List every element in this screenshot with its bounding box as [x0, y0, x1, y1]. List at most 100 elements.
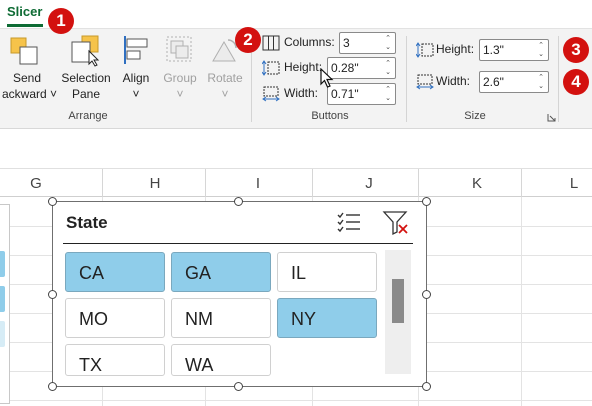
spinner-arrows-icon[interactable]: ⌃ ⌄ — [383, 34, 393, 52]
resize-handle-bottom[interactable] — [234, 382, 243, 391]
column-header-i[interactable]: I — [248, 175, 268, 192]
resize-handle-top-left[interactable] — [48, 197, 57, 206]
state-slicer[interactable]: State CA GA IL MO NM NY TX WA — [52, 201, 427, 387]
align-label: Align — [122, 71, 150, 85]
button-width-label: Width: — [284, 86, 319, 100]
gridline — [0, 400, 592, 401]
dialog-launcher-icon[interactable] — [547, 113, 556, 122]
align-dropdown-arrow: ˅ — [132, 87, 140, 101]
slicer-width-spinner[interactable]: 2.6" ⌃ ⌄ — [479, 71, 549, 93]
column-header-g[interactable]: G — [26, 175, 46, 192]
slicer-height-label: Height: — [436, 42, 475, 56]
slicer-item-ga[interactable]: GA — [171, 252, 271, 292]
column-header-k[interactable]: K — [467, 175, 487, 192]
group-label: Group — [163, 71, 197, 85]
rotate-label: Rotate — [207, 71, 243, 85]
ribbon-tab-bar: Slicer — [0, 0, 592, 30]
arrange-group-label: Arrange — [68, 110, 108, 122]
resize-handle-right[interactable] — [422, 290, 431, 299]
align-button[interactable]: Align ˅ — [116, 34, 156, 102]
adjacent-slicer-partial[interactable] — [0, 204, 10, 404]
slicer-width-label: Width: — [436, 74, 471, 88]
slicer-width-row: Width: 2.6" ⌃ ⌄ — [416, 71, 554, 93]
slicer-width-value: 2.6" — [483, 75, 504, 89]
button-height-value: 0.28" — [331, 61, 359, 75]
rotate-dropdown-arrow: ˅ — [221, 87, 229, 101]
button-height-label: Height: — [284, 60, 323, 74]
ribbon: Slicer Send ackward ˅ Selection Pane Ali… — [0, 0, 592, 131]
adjacent-slicer-item[interactable] — [0, 286, 5, 312]
column-headers: G H I J K L — [0, 169, 592, 197]
adjacent-slicer-item[interactable] — [0, 251, 5, 277]
size-group-label: Size — [464, 110, 486, 122]
width-icon — [262, 86, 280, 102]
slicer-scrollbar-thumb[interactable] — [392, 279, 404, 323]
height-icon — [262, 60, 280, 76]
buttons-group-label: Buttons — [311, 110, 349, 122]
group-icon — [166, 36, 192, 62]
resize-handle-bottom-right[interactable] — [422, 382, 431, 391]
column-divider — [205, 169, 206, 197]
slicer-item-ca[interactable]: CA — [65, 252, 165, 292]
column-divider — [102, 169, 103, 197]
columns-label: Columns: — [284, 35, 335, 49]
selection-pane-label-2: Pane — [71, 87, 101, 101]
selection-pane-icon — [71, 35, 100, 67]
button-width-value: 0.71" — [331, 87, 359, 101]
column-divider — [418, 169, 419, 197]
height-icon — [416, 42, 434, 58]
resize-handle-bottom-left[interactable] — [48, 382, 57, 391]
clear-filter-icon[interactable] — [382, 210, 410, 236]
callout-badge-2: 2 — [235, 27, 261, 53]
group-divider — [406, 36, 407, 122]
gridline — [521, 197, 522, 406]
resize-handle-top[interactable] — [234, 197, 243, 206]
slicer-height-row: Height: 1.3" ⌃ ⌄ — [416, 39, 554, 61]
width-icon — [416, 74, 434, 90]
slicer-height-spinner[interactable]: 1.3" ⌃ ⌄ — [479, 39, 549, 61]
send-backward-button[interactable]: Send ackward ˅ — [2, 34, 57, 102]
slicer-item-wa[interactable]: WA — [171, 344, 271, 376]
slicer-item-mo[interactable]: MO — [65, 298, 165, 338]
adjacent-slicer-item[interactable] — [0, 321, 5, 347]
selection-pane-label-1: Selection — [61, 71, 111, 85]
spinner-arrows-icon[interactable]: ⌃ ⌄ — [383, 59, 393, 77]
callout-badge-1: 1 — [48, 8, 74, 34]
slicer-item-nm[interactable]: NM — [171, 298, 271, 338]
column-divider — [521, 169, 522, 197]
callout-badge-4: 4 — [563, 69, 589, 95]
columns-row: Columns: 3 ⌃ ⌄ — [262, 32, 402, 54]
column-header-j[interactable]: J — [359, 175, 379, 192]
group-divider — [558, 36, 559, 122]
slicer-title: State — [66, 213, 108, 232]
group-button[interactable]: Group ˅ — [160, 34, 200, 102]
columns-icon — [262, 35, 280, 51]
column-header-l[interactable]: L — [564, 175, 584, 192]
send-backward-icon — [10, 37, 38, 65]
spinner-arrows-icon[interactable]: ⌃ ⌄ — [536, 73, 546, 91]
columns-value: 3 — [343, 36, 350, 50]
callout-badge-3: 3 — [563, 37, 589, 63]
resize-handle-left[interactable] — [48, 290, 57, 299]
spinner-arrows-icon[interactable]: ⌃ ⌄ — [536, 41, 546, 59]
column-divider — [312, 169, 313, 197]
tab-active-indicator — [7, 24, 43, 27]
formula-bar-area — [0, 131, 592, 169]
slicer-item-tx[interactable]: TX — [65, 344, 165, 376]
send-backward-label-1: Send — [12, 71, 42, 85]
tab-slicer[interactable]: Slicer — [7, 4, 42, 19]
column-header-h[interactable]: H — [145, 175, 165, 192]
slicer-header-divider — [63, 243, 413, 244]
columns-spinner[interactable]: 3 ⌃ ⌄ — [339, 32, 396, 54]
slicer-item-il[interactable]: IL — [277, 252, 377, 292]
selection-pane-button[interactable]: Selection Pane — [58, 34, 114, 102]
mouse-cursor-icon — [320, 68, 334, 88]
button-height-spinner[interactable]: 0.28" ⌃ ⌄ — [327, 57, 396, 79]
multi-select-icon[interactable] — [336, 211, 362, 235]
button-width-spinner[interactable]: 0.71" ⌃ ⌄ — [327, 83, 396, 105]
group-dropdown-arrow: ˅ — [176, 87, 184, 101]
slicer-item-ny[interactable]: NY — [277, 298, 377, 338]
resize-handle-top-right[interactable] — [422, 197, 431, 206]
align-icon — [124, 36, 148, 64]
spinner-arrows-icon[interactable]: ⌃ ⌄ — [383, 85, 393, 103]
